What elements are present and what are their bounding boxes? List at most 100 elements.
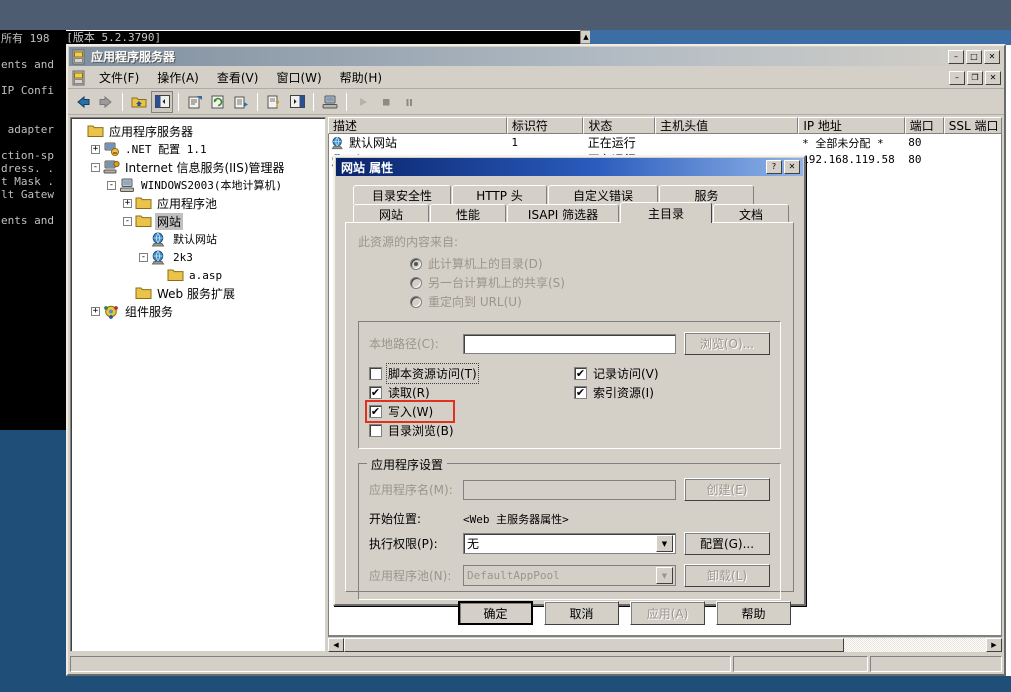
tree-node[interactable]: +组件服务	[75, 302, 325, 320]
tree-node[interactable]: 默认网站	[75, 230, 325, 248]
menu-item-view[interactable]: 查看(V)	[208, 67, 268, 88]
start-icon[interactable]	[352, 91, 374, 113]
show-pane-icon[interactable]	[286, 91, 308, 113]
tab-directory-security[interactable]: 目录安全性	[353, 185, 451, 204]
collapse-icon[interactable]: -	[139, 253, 148, 262]
ok-button[interactable]: 确定	[458, 601, 533, 625]
scroll-thumb[interactable]	[344, 638, 844, 652]
checkbox-script-source-access[interactable]: 脚本资源访问(T)	[369, 364, 574, 383]
menu-item-window[interactable]: 窗口(W)	[267, 67, 330, 88]
create-button[interactable]: 创建(E)	[684, 478, 770, 501]
checkbox-log-visits[interactable]: ✔记录访问(V)	[574, 364, 770, 383]
tree-node[interactable]: +.NET 配置 1.1	[75, 140, 325, 158]
browse-button[interactable]: 浏览(O)...	[684, 332, 770, 355]
dialog-help-button[interactable]: ?	[766, 160, 782, 174]
checkbox-index-resource[interactable]: ✔索引资源(I)	[574, 383, 770, 402]
collapse-icon[interactable]: -	[107, 181, 116, 190]
tree-node[interactable]: Web 服务扩展	[75, 284, 325, 302]
checkbox-indicator[interactable]: ✔	[574, 367, 587, 380]
radio-local-directory[interactable]: 此计算机上的目录(D)	[410, 254, 781, 273]
refresh-icon[interactable]	[207, 91, 229, 113]
radio-indicator[interactable]	[410, 296, 422, 308]
column-header-ip-address[interactable]: IP 地址	[798, 117, 904, 134]
tab-website[interactable]: 网站	[353, 204, 429, 223]
help-button[interactable]: 帮助	[716, 601, 791, 625]
stop-icon[interactable]	[375, 91, 397, 113]
dialog-content: 目录安全性HTTP 头自定义错误服务 网站性能ISAPI 筛选器主目录文档 此资…	[335, 177, 804, 631]
tree-node[interactable]: -2k3	[75, 248, 325, 266]
collapse-icon[interactable]: -	[123, 217, 132, 226]
checkbox-indicator[interactable]: ✔	[574, 386, 587, 399]
expand-icon[interactable]: +	[123, 199, 132, 208]
apply-button[interactable]: 应用(A)	[630, 601, 705, 625]
checkbox-indicator[interactable]	[369, 424, 382, 437]
app-name-input[interactable]	[463, 480, 676, 500]
child-minimize-button[interactable]: –	[949, 71, 965, 85]
forward-icon[interactable]	[95, 91, 117, 113]
mmc-minimize-button[interactable]: –	[948, 50, 964, 64]
listview-horizontal-scrollbar[interactable]: ◀ ▶	[328, 636, 1002, 652]
radio-network-share[interactable]: 另一台计算机上的共享(S)	[410, 273, 781, 292]
column-header-description[interactable]: 描述	[328, 117, 507, 134]
column-header-port[interactable]: 端口	[905, 117, 944, 134]
tab-home-directory[interactable]: 主目录	[620, 202, 712, 223]
column-header-state[interactable]: 状态	[583, 117, 655, 134]
tab-documents[interactable]: 文档	[713, 204, 789, 223]
column-header-host-header[interactable]: 主机头值	[655, 117, 798, 134]
tab-http-headers[interactable]: HTTP 头	[452, 185, 547, 204]
menu-item-help[interactable]: 帮助(H)	[331, 67, 391, 88]
checkbox-indicator[interactable]: ✔	[369, 386, 382, 399]
back-icon[interactable]	[72, 91, 94, 113]
execute-permissions-select[interactable]: 无 ▼	[463, 533, 676, 554]
menu-item-file[interactable]: 文件(F)	[90, 67, 148, 88]
configuration-button[interactable]: 配置(G)...	[684, 532, 770, 555]
menu-item-action[interactable]: 操作(A)	[148, 67, 208, 88]
unload-button[interactable]: 卸载(L)	[684, 564, 770, 587]
properties-icon[interactable]	[184, 91, 206, 113]
child-close-button[interactable]: ✕	[985, 71, 1001, 85]
export-list-icon[interactable]	[230, 91, 252, 113]
chevron-down-icon[interactable]: ▼	[656, 567, 673, 584]
tree-node[interactable]: -网站	[75, 212, 325, 230]
checkbox-directory-browsing[interactable]: 目录浏览(B)	[369, 421, 574, 440]
radio-indicator[interactable]	[410, 258, 422, 270]
mmc-maximize-button[interactable]: □	[966, 50, 982, 64]
show-hide-tree-icon[interactable]	[151, 91, 173, 113]
mmc-close-button[interactable]: ✕	[984, 50, 1000, 64]
cancel-button[interactable]: 取消	[544, 601, 619, 625]
expand-icon[interactable]: +	[91, 145, 100, 154]
tree-node[interactable]: -WINDOWS2003(本地计算机)	[75, 176, 325, 194]
checkbox-indicator[interactable]: ✔	[369, 405, 382, 418]
pause-icon[interactable]	[398, 91, 420, 113]
tab-performance[interactable]: 性能	[430, 204, 506, 223]
child-restore-button[interactable]: ❐	[967, 71, 983, 85]
chevron-down-icon[interactable]: ▼	[656, 535, 673, 552]
up-one-level-icon[interactable]	[128, 91, 150, 113]
column-header-identifier[interactable]: 标识符	[507, 117, 584, 134]
dialog-close-button[interactable]: ✕	[784, 160, 800, 174]
listview-header[interactable]: 描述标识符状态主机头值IP 地址端口SSL 端口	[328, 117, 1002, 134]
checkbox-read[interactable]: ✔读取(R)	[369, 383, 574, 402]
checkbox-write[interactable]: ✔写入(W)	[367, 402, 453, 421]
table-row[interactable]: 默认网站1正在运行* 全部未分配 *80	[329, 134, 1001, 151]
column-header-ssl-port[interactable]: SSL 端口	[944, 117, 1002, 134]
scroll-track[interactable]	[844, 638, 986, 652]
checkbox-indicator[interactable]	[369, 367, 382, 380]
console-tree-pane[interactable]: 应用程序服务器+.NET 配置 1.1-Internet 信息服务(IIS)管理…	[70, 117, 326, 652]
local-path-input[interactable]	[463, 334, 676, 354]
tree-node[interactable]: +应用程序池	[75, 194, 325, 212]
scroll-right-arrow[interactable]: ▶	[986, 638, 1002, 652]
radio-redirect-url[interactable]: 重定向到 URL(U)	[410, 292, 781, 311]
help-topics-icon[interactable]: ?	[263, 91, 285, 113]
tab-isapi-filters[interactable]: ISAPI 筛选器	[507, 204, 619, 223]
scroll-left-arrow[interactable]: ◀	[328, 638, 344, 652]
tree-node[interactable]: a.asp	[75, 266, 325, 284]
collapse-icon[interactable]: -	[91, 163, 100, 172]
tree-node[interactable]: 应用程序服务器	[75, 122, 325, 140]
tree-node[interactable]: -Internet 信息服务(IIS)管理器	[75, 158, 325, 176]
app-pool-select[interactable]: DefaultAppPool ▼	[463, 565, 676, 586]
radio-indicator[interactable]	[410, 277, 422, 289]
expand-icon[interactable]: +	[91, 307, 100, 316]
computer-icon[interactable]	[319, 91, 341, 113]
command-prompt-window[interactable]: 所有 198ents andIP Confi adapterction-spdr…	[0, 30, 66, 430]
